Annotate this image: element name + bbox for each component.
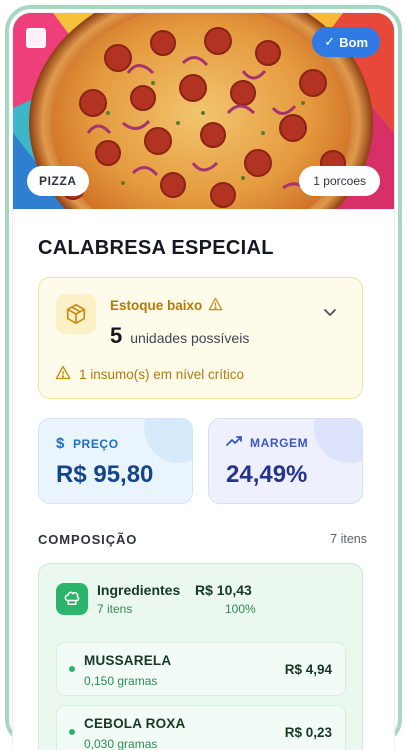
quality-badge-label: Bom [339, 34, 368, 50]
warning-icon [55, 365, 71, 383]
product-card[interactable]: ✓ Bom PIZZA 1 porcoes CALABRESA ESPECIAL… [13, 13, 394, 750]
critical-warning: 1 insumo(s) em nível crítico [55, 365, 244, 383]
trending-up-icon [226, 435, 242, 450]
group-name: Ingredientes [97, 582, 181, 598]
group-items-count: 7 itens [97, 602, 133, 616]
margin-label-text: MARGEM [250, 435, 309, 450]
check-icon: ✓ [324, 34, 336, 49]
stock-status-label: Estoque baixo [110, 298, 203, 313]
stock-alert-panel[interactable]: Estoque baixo 5 unidades possíveis 1 ins… [38, 277, 363, 399]
dollar-icon: $ [56, 435, 65, 452]
available-count: 5 [110, 323, 123, 348]
bullet-icon [69, 729, 75, 735]
product-photo: ✓ Bom PIZZA 1 porcoes [13, 13, 394, 209]
decorative-circle [144, 419, 192, 463]
warning-icon [208, 297, 223, 314]
portion-pill: 1 porcoes [299, 166, 380, 196]
critical-warning-text: 1 insumo(s) em nível crítico [79, 366, 245, 382]
ingredient-price: R$ 4,94 [284, 662, 332, 677]
price-label: $ PREÇO [56, 435, 119, 452]
ingredient-name: MUSSARELA [84, 653, 172, 668]
ingredients-group[interactable]: Ingredientes 7 itens R$ 10,43 100% MUSSA… [38, 563, 363, 750]
chef-hat-icon [56, 583, 88, 615]
margin-label: MARGEM [226, 435, 308, 450]
ingredient-price: R$ 0,23 [284, 725, 332, 740]
margin-value: 24,49% [226, 461, 308, 488]
group-total: R$ 10,43 [195, 582, 252, 598]
chevron-down-icon[interactable] [323, 305, 337, 323]
group-percent: 100% [225, 602, 256, 616]
ingredient-quantity: 0,030 gramas [84, 737, 158, 750]
list-item[interactable]: MUSSARELA 0,150 gramas R$ 4,94 [56, 642, 346, 696]
composition-title: COMPOSIÇÃO [38, 532, 138, 547]
list-item[interactable]: CEBOLA ROXA 0,030 gramas R$ 0,23 [56, 705, 346, 750]
ingredient-quantity: 0,150 gramas [84, 674, 158, 688]
box-icon [56, 294, 96, 334]
price-label-text: PREÇO [72, 436, 119, 451]
margin-card: MARGEM 24,49% [208, 418, 363, 504]
available-unit-label: unidades possíveis [130, 330, 250, 346]
quality-badge: ✓ Bom [312, 27, 380, 57]
select-checkbox[interactable] [26, 28, 46, 48]
available-units: 5 unidades possíveis [110, 323, 249, 349]
price-value: R$ 95,80 [56, 461, 154, 488]
bullet-icon [69, 666, 75, 672]
composition-count: 7 itens [330, 532, 367, 546]
category-pill: PIZZA [27, 166, 89, 196]
decorative-circle [314, 419, 362, 463]
ingredient-name: CEBOLA ROXA [84, 716, 186, 731]
product-title: CALABRESA ESPECIAL [38, 237, 274, 259]
stock-status: Estoque baixo [110, 297, 223, 314]
price-card: $ PREÇO R$ 95,80 [38, 418, 193, 504]
